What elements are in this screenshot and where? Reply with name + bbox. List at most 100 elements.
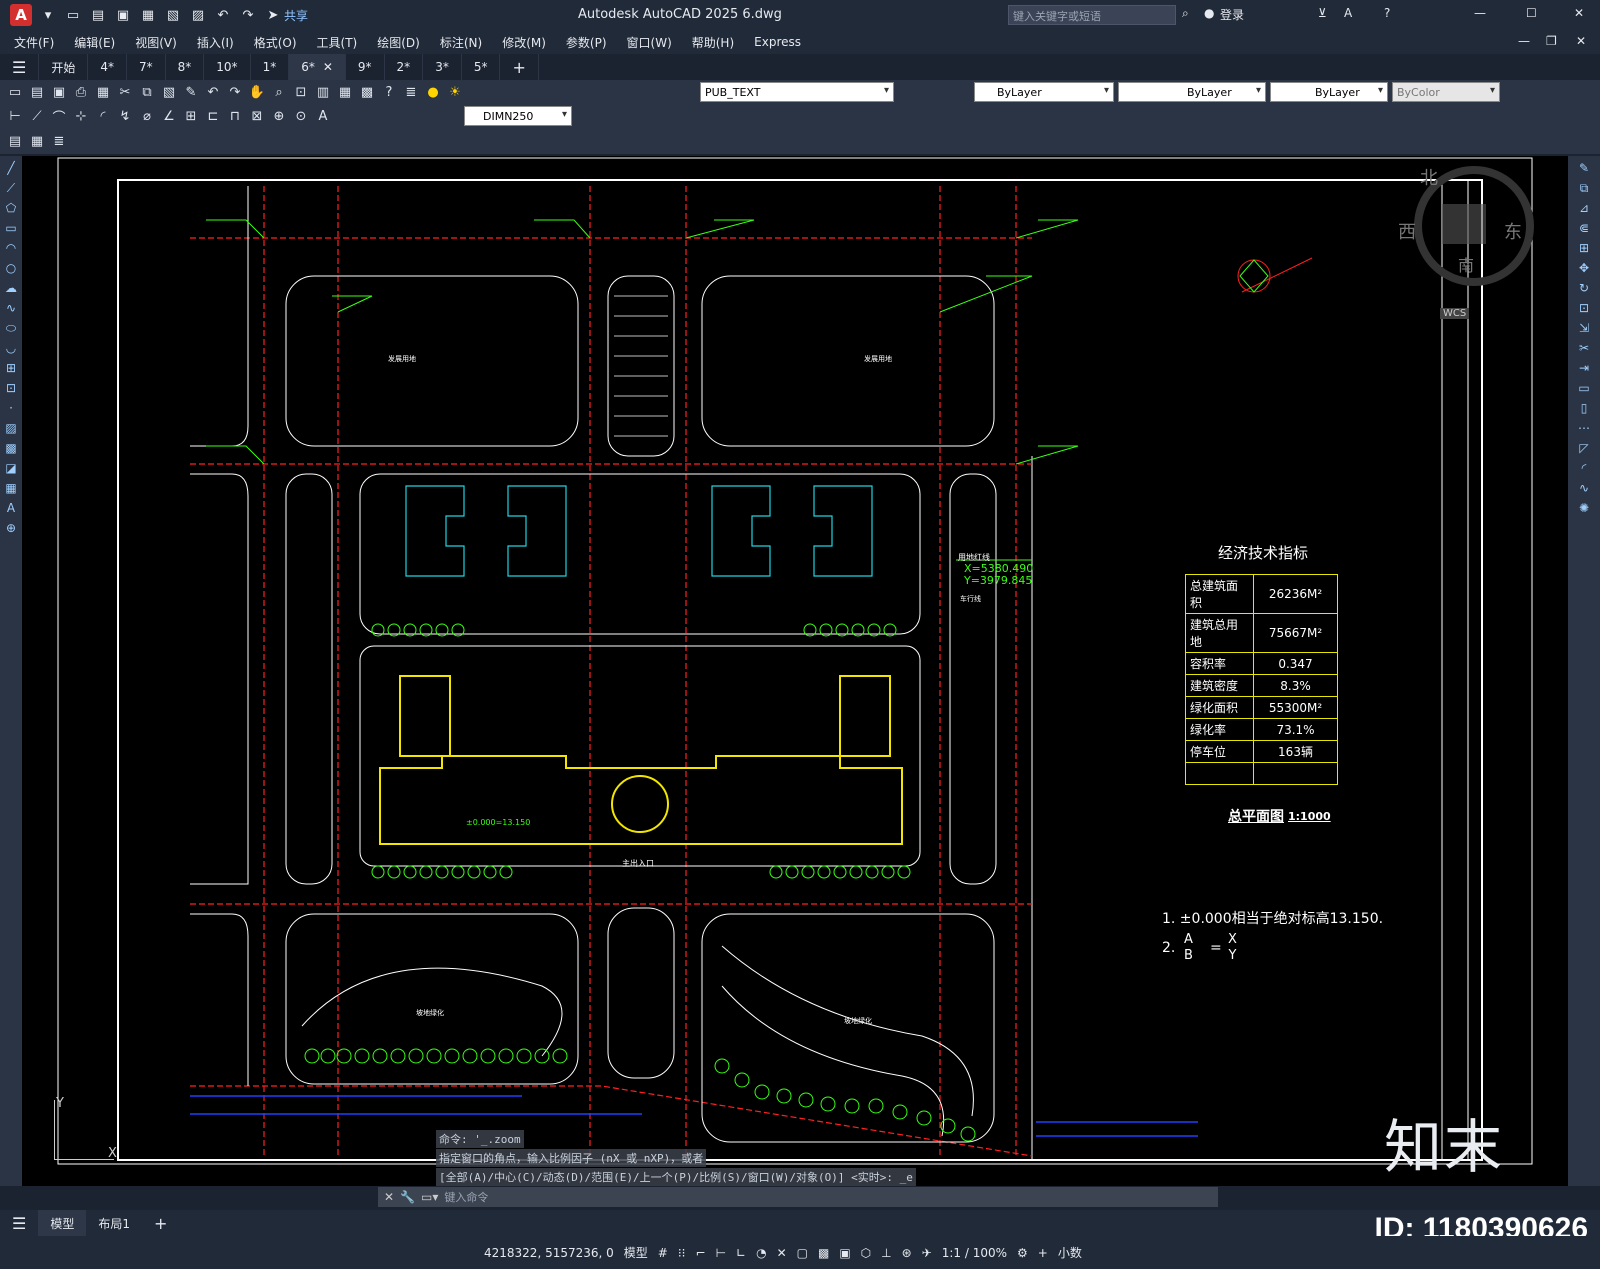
ellipse-icon[interactable]: ⬭: [3, 320, 19, 336]
menu-file[interactable]: 文件(F): [14, 34, 54, 51]
menu-tools[interactable]: 工具(T): [317, 34, 358, 51]
gradient-icon[interactable]: ▩: [3, 440, 19, 456]
annotation-icon[interactable]: ✈: [922, 1246, 932, 1260]
sun-icon[interactable]: ☀: [446, 83, 464, 101]
layer-manager-icon[interactable]: ≣: [402, 83, 420, 101]
break-icon[interactable]: ▯: [1576, 400, 1592, 416]
gear-icon[interactable]: ⚙: [1017, 1246, 1028, 1260]
polar-icon[interactable]: ◔: [756, 1246, 766, 1260]
share-button[interactable]: 共享: [284, 7, 308, 24]
light-bulb-icon[interactable]: ●: [424, 83, 442, 101]
save-icon[interactable]: ▣: [50, 83, 68, 101]
tab-4[interactable]: 4*: [88, 54, 127, 80]
insert-block-icon[interactable]: ⊞: [3, 360, 19, 376]
tab-1[interactable]: 1*: [251, 54, 290, 80]
circle-icon[interactable]: ○: [3, 260, 19, 276]
tab-3[interactable]: 3*: [423, 54, 462, 80]
dim-edit-icon[interactable]: A: [314, 107, 332, 125]
baseline-icon[interactable]: ⊏: [204, 107, 222, 125]
paste-icon[interactable]: ▧: [160, 83, 178, 101]
tab-10[interactable]: 10*: [204, 54, 251, 80]
transparency-icon[interactable]: ▩: [818, 1246, 829, 1260]
linetype-dropdown[interactable]: ByLayer ▾: [1118, 82, 1266, 102]
infer-icon[interactable]: ⌐: [696, 1246, 706, 1260]
ortho-icon[interactable]: ∟: [736, 1246, 746, 1260]
design-center-icon[interactable]: ▦: [336, 83, 354, 101]
tab-2[interactable]: 2*: [385, 54, 424, 80]
copy-icon[interactable]: ⧉: [138, 83, 156, 101]
tab-model[interactable]: 模型: [38, 1210, 87, 1236]
angular-icon[interactable]: ∠: [160, 107, 178, 125]
save-as-icon[interactable]: ▦: [139, 6, 157, 24]
menu-parametric[interactable]: 参数(P): [566, 34, 607, 51]
open-folder-icon[interactable]: ▤: [89, 6, 107, 24]
model-space-toggle[interactable]: 模型: [624, 1244, 648, 1261]
tab-5[interactable]: 5*: [462, 54, 501, 80]
menu-view[interactable]: 视图(V): [135, 34, 177, 51]
help-icon[interactable]: ?: [380, 83, 398, 101]
scale-icon[interactable]: ⊡: [1576, 300, 1592, 316]
wcs-badge[interactable]: WCS: [1440, 308, 1470, 319]
osnap-icon[interactable]: ▢: [797, 1246, 808, 1260]
hamburger-menu-icon[interactable]: ☰: [0, 1210, 38, 1236]
trim-icon[interactable]: ✂: [1576, 340, 1592, 356]
extend-icon[interactable]: ⇥: [1576, 360, 1592, 376]
plot-icon[interactable]: ▨: [189, 6, 207, 24]
move-icon[interactable]: ✥: [1576, 260, 1592, 276]
radius-icon[interactable]: ◜: [94, 107, 112, 125]
tab-6-active[interactable]: 6* ✕: [289, 54, 346, 80]
coordinates-readout[interactable]: 4218322, 5157236, 0: [484, 1246, 614, 1260]
rotate-icon[interactable]: ↻: [1576, 280, 1592, 296]
annotation-scale[interactable]: 1:1 / 100%: [942, 1246, 1007, 1260]
menu-help[interactable]: 帮助(H): [692, 34, 734, 51]
maximize-icon[interactable]: ☐: [1526, 6, 1537, 20]
drawing-canvas[interactable]: 北 西 东 南 WCS 发展用地 发展用地 用地红线 X=5380.490 Y=…: [22, 156, 1568, 1186]
color-dropdown[interactable]: ByLayer ▾: [974, 82, 1114, 102]
publish-icon[interactable]: ▧: [164, 6, 182, 24]
explode-icon[interactable]: ✺: [1576, 500, 1592, 516]
redo-icon[interactable]: ↷: [239, 6, 257, 24]
tab-layout1[interactable]: 布局1: [86, 1210, 142, 1236]
doc-minimize-icon[interactable]: —: [1518, 34, 1530, 48]
tab-8[interactable]: 8*: [166, 54, 205, 80]
menu-draw[interactable]: 绘图(D): [377, 34, 420, 51]
close-icon[interactable]: ✕: [384, 1190, 394, 1204]
continue-icon[interactable]: ⊓: [226, 107, 244, 125]
hamburger-menu-icon[interactable]: ☰: [0, 54, 40, 80]
3d-osnap-icon[interactable]: ⬡: [861, 1246, 871, 1260]
preview-icon[interactable]: ▦: [94, 83, 112, 101]
layer-state-icon[interactable]: ≣: [50, 132, 68, 150]
layer-dropdown[interactable]: PUB_TEXT ▾: [700, 82, 894, 102]
cart-icon[interactable]: ⊻: [1318, 6, 1327, 20]
stretch-icon[interactable]: ⇲: [1576, 320, 1592, 336]
blend-icon[interactable]: ∿: [1576, 480, 1592, 496]
chamfer-icon[interactable]: ◸: [1576, 440, 1592, 456]
command-input[interactable]: 键入命令: [444, 1189, 488, 1205]
menu-dimension[interactable]: 标注(N): [440, 34, 482, 51]
add-layout-icon[interactable]: +: [142, 1210, 179, 1236]
doc-restore-icon[interactable]: ❐: [1546, 34, 1557, 48]
table-icon[interactable]: ▦: [3, 480, 19, 496]
tolerance-icon[interactable]: ⊠: [248, 107, 266, 125]
offset-icon[interactable]: ⋐: [1576, 220, 1592, 236]
snap-icon[interactable]: ⁝⁝: [678, 1246, 686, 1260]
array-icon[interactable]: ⊞: [1576, 240, 1592, 256]
properties-icon[interactable]: ▥: [314, 83, 332, 101]
menu-modify[interactable]: 修改(M): [502, 34, 546, 51]
erase-icon[interactable]: ✎: [1576, 160, 1592, 176]
undo-icon[interactable]: ↶: [204, 83, 222, 101]
doc-close-icon[interactable]: ✕: [1576, 34, 1586, 48]
isodraft-icon[interactable]: ✕: [777, 1246, 787, 1260]
gizmo-icon[interactable]: ⊛: [902, 1246, 912, 1260]
help-icon[interactable]: ?: [1384, 6, 1390, 20]
grid-icon[interactable]: #: [658, 1246, 668, 1260]
undo-icon[interactable]: ↶: [214, 6, 232, 24]
menu-insert[interactable]: 插入(I): [197, 34, 234, 51]
polygon-icon[interactable]: ⬠: [3, 200, 19, 216]
arc-length-icon[interactable]: ⌒: [50, 107, 68, 126]
menu-edit[interactable]: 编辑(E): [74, 34, 115, 51]
menu-format[interactable]: 格式(O): [254, 34, 297, 51]
selection-cycling-icon[interactable]: ▣: [839, 1246, 850, 1260]
dimstyle-dropdown[interactable]: DIMN250 ▾: [464, 106, 572, 126]
units-dropdown[interactable]: 小数: [1058, 1244, 1082, 1261]
